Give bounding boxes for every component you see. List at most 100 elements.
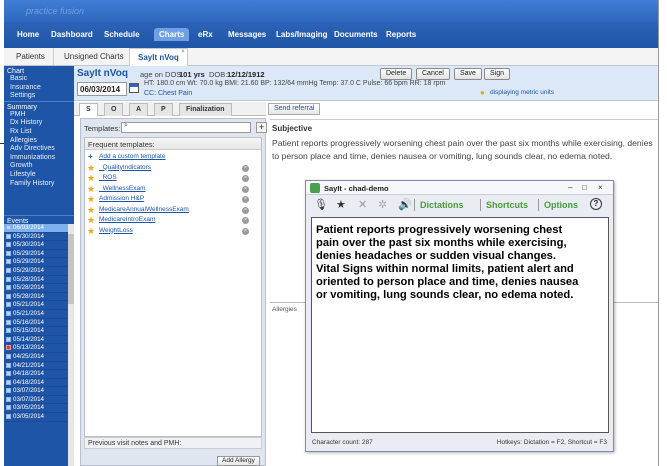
sidebar-item-family-history[interactable]: Family History (4, 180, 74, 189)
minimize-icon[interactable]: – (568, 183, 572, 192)
tab-sayit-nvoq[interactable]: SayIt nVoq × (129, 48, 188, 66)
scroll-thumb[interactable] (68, 234, 74, 304)
shortcuts-link[interactable]: Shortcuts (486, 200, 528, 210)
sidebar-item-dx-history[interactable]: Dx History (4, 119, 74, 128)
save-button[interactable]: Save (454, 68, 482, 80)
event-row[interactable]: 05/21/2014 (4, 301, 68, 310)
template-link[interactable]: MedicareIntroExam (99, 216, 155, 223)
event-row[interactable]: 05/14/2014 (4, 336, 68, 345)
sidebar-item-settings[interactable]: Settings (4, 92, 74, 101)
delete-button[interactable]: Delete (380, 68, 413, 80)
sidebar-head-chart[interactable]: Chart (4, 66, 74, 75)
remove-template-icon[interactable]: × (242, 206, 249, 214)
nav-schedule[interactable]: Schedule (104, 30, 140, 39)
event-row[interactable]: 05/16/2014 (4, 319, 68, 328)
nav-reports[interactable]: Reports (386, 30, 416, 39)
nav-home[interactable]: Home (17, 30, 39, 39)
template-row[interactable]: ★ Admission H&P × (85, 194, 261, 205)
event-row[interactable]: 04/18/2014 (4, 370, 68, 379)
tab-objective[interactable]: O (104, 103, 124, 116)
sidebar-item-lifestyle[interactable]: Lifestyle (4, 171, 74, 180)
event-row[interactable]: 05/13/2014 (4, 344, 68, 353)
tab-patients[interactable]: Patients (8, 48, 54, 66)
star-icon[interactable]: ★ (336, 198, 346, 211)
event-row[interactable]: 03/07/2014 (4, 396, 68, 405)
event-row[interactable]: 05/29/2014 (4, 267, 68, 276)
nav-documents[interactable]: Documents (334, 30, 378, 39)
send-referral-button[interactable]: Send referral (268, 103, 321, 115)
dictations-link[interactable]: Dictations (420, 200, 464, 210)
maximize-icon[interactable]: □ (582, 183, 587, 192)
template-row[interactable]: ★ WeightLoss × (85, 226, 261, 237)
favorite-star-icon[interactable]: ★ (87, 205, 95, 215)
cancel-x-icon[interactable]: ✕ (358, 198, 367, 211)
event-row[interactable]: 04/21/2014 (4, 362, 68, 371)
event-row[interactable]: 04/25/2014 (4, 353, 68, 362)
add-custom-template-row[interactable]: + Add a custom template (85, 152, 261, 163)
event-row[interactable]: 05/29/2014 (4, 250, 68, 259)
tab-assessment[interactable]: A (129, 103, 149, 116)
sidebar-item-rx-list[interactable]: Rx List (4, 128, 74, 137)
event-row[interactable]: 03/05/2014 (4, 413, 68, 422)
subjective-note-text[interactable]: Patient reports progressively worsening … (272, 137, 658, 163)
add-custom-template-link[interactable]: Add a custom template (99, 153, 165, 160)
add-allergy-button[interactable]: Add Allergy (217, 456, 260, 466)
remove-template-icon[interactable]: × (242, 185, 249, 193)
remove-template-icon[interactable]: × (242, 217, 249, 224)
event-row[interactable]: 05/30/2014 (4, 241, 68, 250)
remove-template-icon[interactable]: × (242, 227, 249, 235)
template-link[interactable]: WeightLoss (99, 227, 133, 234)
sidebar-item-growth[interactable]: Growth (4, 162, 74, 171)
sidebar-item-adv-directives[interactable]: Adv Directives (4, 145, 74, 154)
tab-subjective[interactable]: S (79, 103, 98, 116)
event-row[interactable]: 05/15/2014 (4, 327, 68, 336)
favorite-star-icon[interactable]: ★ (87, 215, 95, 225)
speaker-icon[interactable]: 🔊 (398, 198, 412, 211)
template-link[interactable]: _ROS (99, 174, 117, 181)
template-row[interactable]: ★ _ROS × (85, 173, 261, 184)
favorite-star-icon[interactable]: ★ (87, 173, 95, 183)
tab-plan[interactable]: P (154, 103, 173, 116)
add-template-button[interactable]: + (256, 122, 267, 133)
template-link[interactable]: MedicareAnnualWellnessExam (99, 206, 189, 213)
help-icon[interactable]: ? (590, 198, 602, 210)
event-row[interactable]: 05/30/2014 (4, 233, 68, 242)
sign-button[interactable]: Sign (484, 68, 511, 80)
favorite-star-icon[interactable]: ★ (87, 226, 95, 236)
previous-visit-notes-head[interactable]: Previous visit notes and PMH: (84, 437, 262, 449)
sidebar-item-allergies[interactable]: Allergies (4, 137, 74, 146)
favorite-star-icon[interactable]: ★ (87, 194, 95, 204)
event-row[interactable]: 06/03/2014 (4, 224, 68, 233)
microphone-icon[interactable]: 🎙 (314, 198, 328, 211)
event-row[interactable]: 05/28/2014 (4, 276, 68, 285)
event-row[interactable]: 03/05/2014 (4, 404, 68, 414)
event-row[interactable]: 05/28/2014 (4, 284, 68, 293)
sidebar-item-immunizations[interactable]: Immunizations (4, 154, 74, 163)
nav-dashboard[interactable]: Dashboard (51, 30, 93, 39)
template-row[interactable]: ★ MedicareAnnualWellnessExam × (85, 205, 261, 216)
nav-erx[interactable]: eRx (198, 30, 213, 39)
template-row[interactable]: ★ _QualityIndicators × (85, 163, 261, 174)
favorite-star-icon[interactable]: ★ (87, 184, 95, 194)
cancel-button[interactable]: Cancel (416, 68, 450, 80)
dictation-text-area[interactable]: Patient reports progressively worsening … (311, 217, 609, 433)
template-row[interactable]: ★ _WellnessExam × (85, 184, 261, 195)
tab-close-icon[interactable]: × (181, 49, 185, 55)
event-row[interactable]: 05/28/2014 (4, 293, 68, 302)
remove-template-icon[interactable]: × (242, 164, 249, 172)
remove-template-icon[interactable]: × (242, 175, 249, 182)
event-row[interactable]: 03/07/2014 (4, 387, 68, 396)
template-link[interactable]: _WellnessExam (99, 185, 145, 192)
template-row[interactable]: ★ MedicareIntroExam × (85, 215, 261, 226)
sidebar-item-pmh[interactable]: PMH (4, 111, 74, 120)
sidebar-head-summary[interactable]: Summary (4, 100, 74, 111)
event-row[interactable]: 04/18/2014 (4, 379, 68, 388)
options-link[interactable]: Options (544, 200, 578, 210)
event-row[interactable]: 05/21/2014 (4, 310, 68, 319)
calendar-icon[interactable] (129, 83, 139, 93)
sidebar-item-insurance[interactable]: Insurance (4, 84, 74, 93)
close-icon[interactable]: × (598, 183, 603, 192)
template-search-input[interactable] (121, 122, 251, 133)
nav-charts[interactable]: Charts (154, 28, 190, 41)
favorite-star-icon[interactable]: ★ (87, 163, 95, 173)
